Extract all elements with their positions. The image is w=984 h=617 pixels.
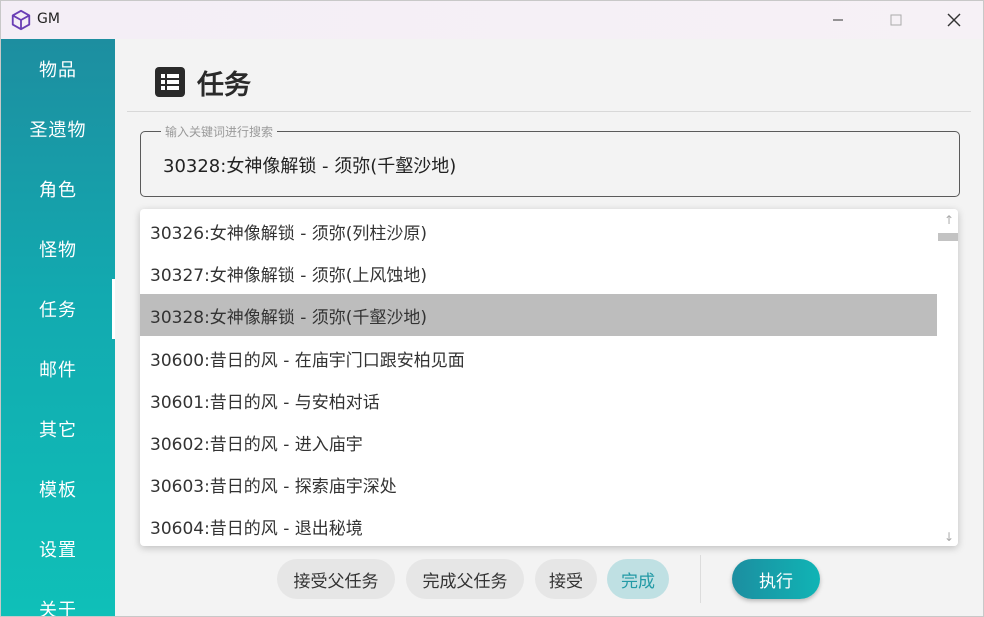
sidebar-item-characters[interactable]: 角色 xyxy=(1,159,115,219)
list-item[interactable]: 30327:女神像解锁 - 须弥(上风蚀地) xyxy=(140,252,937,294)
list-icon xyxy=(155,67,185,97)
search-placeholder-label: 输入关键词进行搜索 xyxy=(161,123,278,140)
cube-icon xyxy=(11,9,31,31)
window-title: GM xyxy=(37,11,60,27)
close-icon xyxy=(947,13,961,27)
dropdown-scrollbar[interactable]: ↑ ↓ xyxy=(938,209,958,546)
arrow-down-icon[interactable]: ↓ xyxy=(944,530,954,544)
sidebar-item-settings[interactable]: 设置 xyxy=(1,519,115,579)
sidebar-item-monsters[interactable]: 怪物 xyxy=(1,219,115,279)
page-title: 任务 xyxy=(197,69,251,101)
accept-quest-button[interactable]: 接受 xyxy=(535,559,597,599)
sidebar-item-about[interactable]: 关于 xyxy=(1,579,115,616)
list-item[interactable]: 30601:昔日的风 - 与安柏对话 xyxy=(140,379,937,421)
maximize-button[interactable] xyxy=(867,1,925,39)
search-input[interactable]: 输入关键词进行搜索 30328:女神像解锁 - 须弥(千壑沙地) xyxy=(140,123,960,197)
list-item-selected[interactable]: 30328:女神像解锁 - 须弥(千壑沙地) xyxy=(140,294,937,336)
page-header: 任务 xyxy=(155,63,251,101)
list-item[interactable]: 30602:昔日的风 - 进入庙宇 xyxy=(140,421,937,463)
header-divider xyxy=(127,111,971,112)
sidebar-item-quests[interactable]: 任务 xyxy=(1,279,115,339)
sidebar-item-items[interactable]: 物品 xyxy=(1,39,115,99)
accept-parent-quest-button[interactable]: 接受父任务 xyxy=(277,559,395,599)
minimize-icon xyxy=(833,19,843,21)
list-icon-glyph xyxy=(161,74,179,90)
list-item[interactable]: 30326:女神像解锁 - 须弥(列柱沙原) xyxy=(140,210,937,252)
sidebar: 物品 圣遗物 角色 怪物 任务 邮件 其它 模板 设置 关于 xyxy=(1,39,115,616)
execute-button[interactable]: 执行 xyxy=(732,559,820,599)
scrollbar-thumb[interactable] xyxy=(938,233,958,241)
autocomplete-dropdown: 30326:女神像解锁 - 须弥(列柱沙原) 30327:女神像解锁 - 须弥(… xyxy=(140,209,958,546)
finish-quest-button[interactable]: 完成 xyxy=(607,559,669,599)
arrow-up-icon[interactable]: ↑ xyxy=(944,213,954,227)
search-input-value[interactable]: 30328:女神像解锁 - 须弥(千壑沙地) xyxy=(163,152,456,178)
list-item[interactable]: 30604:昔日的风 - 退出秘境 xyxy=(140,505,937,546)
title-bar[interactable]: GM xyxy=(1,1,983,39)
app-window: GM 物品 圣遗物 角色 怪物 任务 邮件 其它 模板 设置 关于 任务 输入关… xyxy=(0,0,984,617)
sidebar-item-mail[interactable]: 邮件 xyxy=(1,339,115,399)
sidebar-item-artifacts[interactable]: 圣遗物 xyxy=(1,99,115,159)
maximize-icon xyxy=(890,14,902,26)
list-item[interactable]: 30600:昔日的风 - 在庙宇门口跟安柏见面 xyxy=(140,337,937,379)
main-content: 任务 输入关键词进行搜索 30328:女神像解锁 - 须弥(千壑沙地) 3032… xyxy=(115,39,983,616)
sidebar-item-other[interactable]: 其它 xyxy=(1,399,115,459)
list-item[interactable]: 30603:昔日的风 - 探索庙宇深处 xyxy=(140,463,937,505)
sidebar-item-templates[interactable]: 模板 xyxy=(1,459,115,519)
finish-parent-quest-button[interactable]: 完成父任务 xyxy=(406,559,524,599)
action-divider xyxy=(700,555,701,603)
close-button[interactable] xyxy=(925,1,983,39)
minimize-button[interactable] xyxy=(809,1,867,39)
